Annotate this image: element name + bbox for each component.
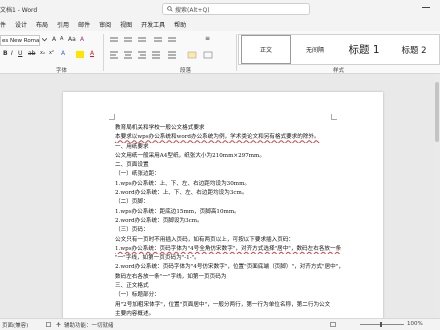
doc-line: 公文用纸一般采用A4型纸，纸张大小为210mm×297mm。 — [115, 152, 265, 159]
doc-line: （一）纸张边距： — [115, 171, 160, 178]
doc-line: 公文只有一页时不用插入页码，如有两页以上，可按以下要求插入页码： — [115, 236, 295, 243]
document-area: 教育局机关和学校一般公文格式要求 本要求以wps办公系统和word办公系统为例，… — [0, 74, 440, 318]
style-no-spacing[interactable]: 无间隔 — [293, 35, 337, 64]
group-separator — [236, 34, 237, 71]
doc-line: 主要内容概述。 — [115, 310, 155, 317]
search-icon — [167, 6, 173, 12]
tab-help[interactable]: 帮助 — [174, 20, 186, 29]
italic-icon[interactable]: I — [11, 50, 13, 57]
doc-line: 数码左右各放一条"一"字线，如第一页页码为 — [115, 273, 227, 280]
doc-line: 本要求以wps办公系统和word办公系统为例，学术类论文和另有格式要求的除外。 — [115, 134, 320, 141]
tab-file[interactable]: 件 — [0, 20, 6, 29]
tab-design[interactable]: 设计 — [15, 20, 27, 29]
doc-line: （二）页脚： — [115, 199, 149, 206]
scrollbar-thumb[interactable] — [435, 82, 439, 142]
search-box[interactable]: 搜索(Alt+Q) — [162, 3, 310, 15]
title-bar: 文档1 - Word 搜索(Alt+Q) — [0, 0, 440, 18]
doc-line: （一）标题部分： — [115, 292, 160, 299]
group-label-styles: 样式 — [333, 68, 345, 74]
tab-layout[interactable]: 布局 — [36, 20, 48, 29]
tab-developer[interactable]: 开发工具 — [141, 20, 165, 29]
zoom-slider[interactable] — [360, 324, 404, 325]
clear-format-button[interactable]: A — [80, 36, 84, 43]
document-body[interactable]: 教育局机关和学校一般公文格式要求 本要求以wps办公系统和word办公系统为例，… — [115, 124, 375, 318]
group-label-paragraph: 段落 — [180, 68, 192, 74]
status-bar: 页面(兼容) 辅助功能：一切就绪 100% — [0, 318, 440, 330]
text-effects-icon[interactable]: A — [61, 50, 65, 57]
highlight-color-icon[interactable] — [76, 51, 84, 58]
list-icons[interactable] — [108, 36, 188, 44]
change-case-button[interactable]: Aa — [68, 36, 76, 43]
tab-mailings[interactable]: 邮件 — [78, 20, 90, 29]
doc-line: 1.wps办公系统：页码字体为"4号全角仿宋数字"，对齐方式选择"居中"，数码左… — [115, 245, 342, 252]
superscript-icon[interactable]: x² — [49, 50, 54, 56]
zoom-level[interactable]: 100% — [407, 321, 423, 327]
margin-mark — [331, 114, 337, 120]
chevron-down-icon[interactable] — [42, 38, 47, 42]
bold-icon[interactable]: B — [3, 50, 8, 57]
show-marks-icon[interactable]: ≡ — [205, 35, 210, 42]
font-color-icon[interactable]: A — [90, 50, 94, 57]
group-label-font: 字体 — [56, 68, 68, 74]
tab-review[interactable]: 审阅 — [99, 20, 111, 29]
tab-references[interactable]: 引用 — [57, 20, 69, 29]
tab-view[interactable]: 视图 — [120, 20, 132, 29]
doc-title-line: 教育局机关和学校一般公文格式要求 — [115, 125, 205, 131]
doc-line: 用"2号加粗宋体字"，位置"页面居中"，一般分两行，第一行为单位名称，第二行为公… — [115, 301, 331, 308]
style-heading-1[interactable]: 标题 1 — [339, 35, 389, 64]
font-name-combo[interactable]: es New Roman — [0, 35, 40, 46]
accessibility-status[interactable]: 辅助功能：一切就绪 — [64, 321, 114, 329]
ribbon-tabs: 件 设计 布局 引用 邮件 审阅 视图 开发工具 帮助 — [0, 18, 440, 31]
doc-line: （三）页码： — [115, 227, 149, 234]
strikethrough-icon[interactable]: ab — [28, 50, 36, 57]
doc-line: 三、正文格式 — [115, 283, 149, 290]
margin-mark — [109, 114, 115, 120]
doc-line: 二、页面设置 — [115, 162, 149, 169]
subscript-icon[interactable]: x₂ — [40, 50, 45, 56]
doc-line: 2.word办公系统：上、下、左、右边距均设为3cm。 — [115, 190, 248, 197]
focus-mode-icon[interactable] — [330, 322, 336, 327]
alignment-icons[interactable] — [108, 51, 234, 59]
accessibility-icon — [56, 322, 61, 327]
style-heading-2[interactable]: 标题 2 — [389, 35, 439, 64]
doc-line: 2.word办公系统：页码字体为"4号仿宋数字"，位置"页面底端（页脚）"，对齐… — [115, 264, 344, 271]
grow-font-icon[interactable]: A — [52, 36, 56, 43]
doc-line: 1.wps办公系统：距底边15mm，页脚高10mm。 — [115, 208, 240, 215]
doc-line: "一"字线，如第一页页码为"-1-"。 — [115, 255, 200, 262]
styles-gallery: 正文 无间隔 标题 1 标题 2 — [238, 34, 440, 65]
search-placeholder: 搜索(Alt+Q) — [175, 6, 210, 14]
doc-line: 2.word办公系统：页脚设为3cm。 — [115, 217, 203, 224]
document-icon — [46, 322, 51, 327]
ribbon: es New Roman A A Aa A B I U ab x₂ x² A A… — [0, 31, 440, 74]
underline-icon[interactable]: U — [18, 50, 22, 57]
style-normal[interactable]: 正文 — [241, 35, 291, 64]
doc-line: 一、用纸要求 — [115, 143, 149, 150]
shrink-font-icon[interactable]: A — [60, 36, 63, 42]
group-separator — [103, 34, 104, 71]
page-status[interactable]: 页面(兼容) — [2, 321, 28, 329]
window-title: 文档1 - Word — [0, 7, 38, 14]
document-page[interactable]: 教育局机关和学校一般公文格式要求 本要求以wps办公系统和word办公系统为例，… — [63, 92, 383, 318]
zoom-slider-thumb[interactable] — [380, 322, 382, 327]
doc-line: 1.wps办公系统：上、下、左、右边距均设为30mm。 — [115, 180, 250, 187]
minimize-icon[interactable] — [422, 7, 430, 8]
